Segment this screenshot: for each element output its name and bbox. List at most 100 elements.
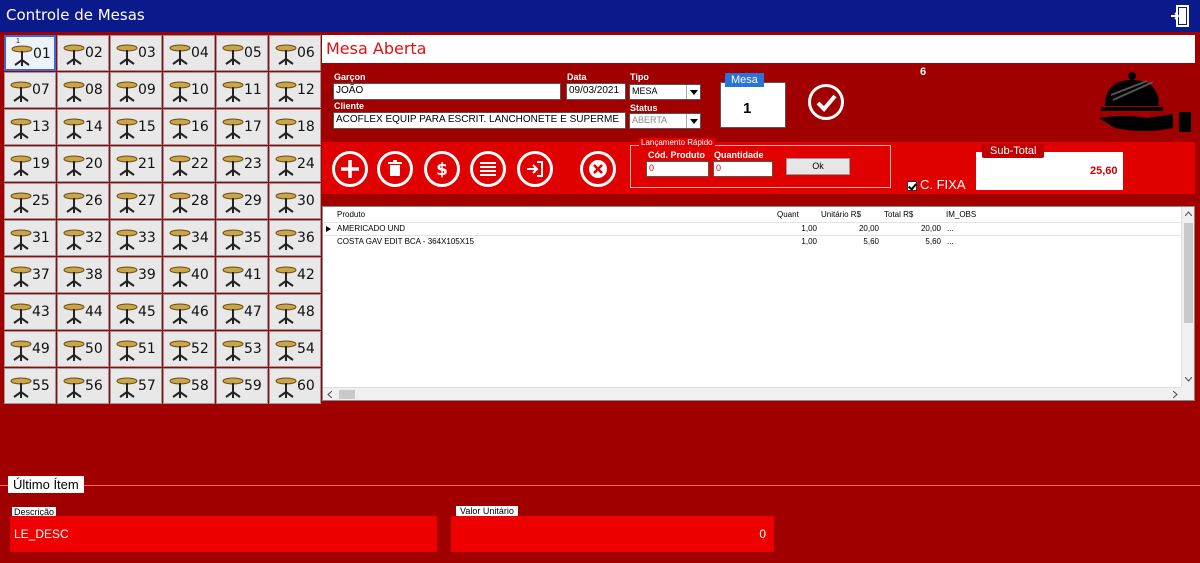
table-button[interactable]: 54 <box>269 331 321 367</box>
table-button[interactable]: 04 <box>163 35 215 71</box>
table-button[interactable]: 52 <box>163 331 215 367</box>
table-button[interactable]: 01 1 <box>4 35 56 71</box>
table-button[interactable]: 02 <box>57 35 109 71</box>
table-button[interactable]: 58 <box>163 368 215 404</box>
col-quant[interactable]: Quant <box>777 210 799 219</box>
vertical-scrollbar[interactable] <box>1181 207 1194 387</box>
table-number: 18 <box>297 119 315 135</box>
item-count: 6 <box>920 66 927 78</box>
table-button[interactable]: 20 <box>57 146 109 182</box>
table-button[interactable]: 34 <box>163 220 215 256</box>
table-button[interactable]: 12 <box>269 72 321 108</box>
table-button[interactable]: 33 <box>110 220 162 256</box>
table-button[interactable]: 55 <box>4 368 56 404</box>
scroll-left-icon[interactable] <box>327 391 332 398</box>
garcon-field[interactable]: JOÃO <box>333 83 561 100</box>
quantidade-field[interactable]: 0 <box>713 161 773 177</box>
table-number: 24 <box>297 156 315 172</box>
tipo-select[interactable]: MESA <box>629 84 701 100</box>
table-button[interactable]: 21 <box>110 146 162 182</box>
col-obs[interactable]: IM_OBS <box>946 210 976 219</box>
table-button[interactable]: 28 <box>163 183 215 219</box>
transfer-button[interactable] <box>517 151 553 187</box>
table-button[interactable]: 36 <box>269 220 321 256</box>
table-button[interactable]: 08 <box>57 72 109 108</box>
table-button[interactable]: 10 <box>163 72 215 108</box>
table-button[interactable]: 47 <box>216 294 268 330</box>
table-button[interactable]: 42 <box>269 257 321 293</box>
table-button[interactable]: 43 <box>4 294 56 330</box>
h-scroll-thumb[interactable] <box>339 390 355 399</box>
table-button[interactable]: 14 <box>57 109 109 145</box>
table-button[interactable]: 23 <box>216 146 268 182</box>
table-button[interactable]: 03 <box>110 35 162 71</box>
table-button[interactable]: 31 <box>4 220 56 256</box>
horizontal-scrollbar[interactable] <box>323 387 1182 400</box>
table-button[interactable]: 51 <box>110 331 162 367</box>
table-button[interactable]: 22 <box>163 146 215 182</box>
confirm-button[interactable] <box>808 84 844 120</box>
table-button[interactable]: 18 <box>269 109 321 145</box>
table-button[interactable]: 15 <box>110 109 162 145</box>
table-button[interactable]: 24 <box>269 146 321 182</box>
table-row[interactable]: COSTA GAV EDIT BCA - 364X105X15 1,00 5,6… <box>323 235 1182 247</box>
items-grid[interactable]: Produto Quant Unitário R$ Total R$ IM_OB… <box>322 206 1195 401</box>
col-produto[interactable]: Produto <box>337 210 365 219</box>
table-button[interactable]: 06 <box>269 35 321 71</box>
table-button[interactable]: 44 <box>57 294 109 330</box>
table-button[interactable]: 56 <box>57 368 109 404</box>
col-total[interactable]: Total R$ <box>884 210 913 219</box>
date-field[interactable]: 09/03/2021 <box>566 83 626 100</box>
table-row[interactable]: AMERICADO UND 1,00 20,00 20,00 ... <box>323 222 1182 234</box>
exit-door-icon[interactable] <box>1170 5 1190 27</box>
table-button[interactable]: 39 <box>110 257 162 293</box>
table-button[interactable]: 17 <box>216 109 268 145</box>
scroll-right-icon[interactable] <box>1173 391 1178 398</box>
table-button[interactable]: 13 <box>4 109 56 145</box>
table-button[interactable]: 59 <box>216 368 268 404</box>
status-select[interactable]: ABERTA <box>629 113 701 129</box>
scroll-up-icon[interactable] <box>1185 211 1192 216</box>
fixa-checkbox[interactable]: C. FIXA <box>907 177 966 192</box>
table-button[interactable]: 32 <box>57 220 109 256</box>
table-button[interactable]: 60 <box>269 368 321 404</box>
table-button[interactable]: 11 <box>216 72 268 108</box>
table-button[interactable]: 27 <box>110 183 162 219</box>
col-unitario[interactable]: Unitário R$ <box>821 210 861 219</box>
cliente-field[interactable]: ACOFLEX EQUIP PARA ESCRIT. LANCHONETE E … <box>333 112 626 129</box>
table-button[interactable]: 35 <box>216 220 268 256</box>
table-button[interactable]: 49 <box>4 331 56 367</box>
table-button[interactable]: 48 <box>269 294 321 330</box>
ok-button[interactable]: Ok <box>786 158 850 175</box>
table-button[interactable]: 50 <box>57 331 109 367</box>
table-button[interactable]: 16 <box>163 109 215 145</box>
table-button[interactable]: 57 <box>110 368 162 404</box>
scroll-down-icon[interactable] <box>1185 377 1192 382</box>
close-table-button[interactable] <box>580 151 616 187</box>
table-button[interactable]: 41 <box>216 257 268 293</box>
table-button[interactable]: 45 <box>110 294 162 330</box>
table-icon <box>116 266 138 287</box>
payment-button[interactable]: $ <box>424 151 460 187</box>
table-button[interactable]: 19 <box>4 146 56 182</box>
table-button[interactable]: 37 <box>4 257 56 293</box>
fixa-label: C. FIXA <box>920 177 966 192</box>
table-button[interactable]: 07 <box>4 72 56 108</box>
cod-produto-field[interactable]: 0 <box>646 161 709 177</box>
table-button[interactable]: 05 <box>216 35 268 71</box>
delete-button[interactable] <box>377 151 413 187</box>
table-button[interactable]: 09 <box>110 72 162 108</box>
cell-produto: COSTA GAV EDIT BCA - 364X105X15 <box>337 237 474 246</box>
table-button[interactable]: 29 <box>216 183 268 219</box>
list-button[interactable] <box>470 151 506 187</box>
table-button[interactable]: 38 <box>57 257 109 293</box>
table-button[interactable]: 40 <box>163 257 215 293</box>
table-button[interactable]: 30 <box>269 183 321 219</box>
table-button[interactable]: 46 <box>163 294 215 330</box>
table-number: 56 <box>85 378 103 394</box>
add-button[interactable] <box>332 151 368 187</box>
table-button[interactable]: 53 <box>216 331 268 367</box>
table-button[interactable]: 26 <box>57 183 109 219</box>
table-button[interactable]: 25 <box>4 183 56 219</box>
scroll-thumb[interactable] <box>1184 223 1193 323</box>
